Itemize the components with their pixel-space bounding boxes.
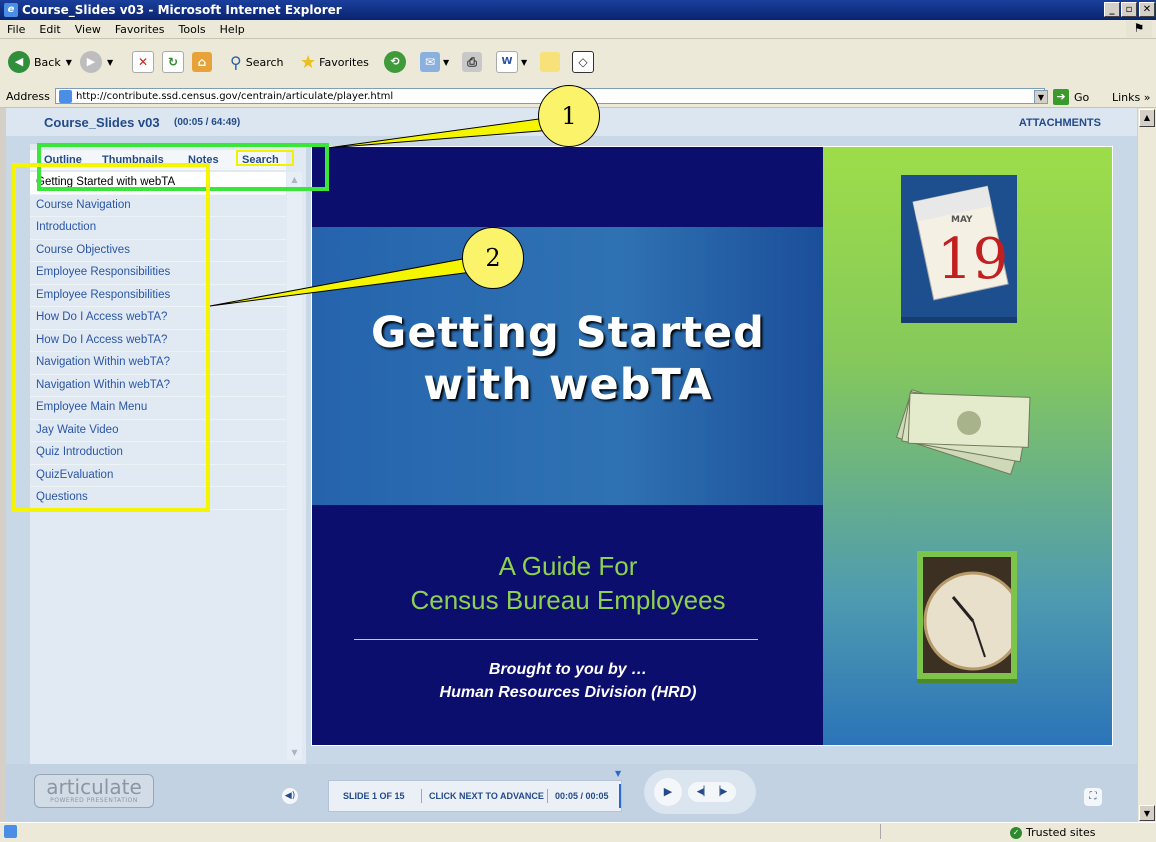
menu-help[interactable]: Help <box>220 23 245 36</box>
print-icon[interactable]: ⎙ <box>462 52 482 72</box>
toolbar: ◀ Back ▼ ▶ ▼ ✕ ↻ ⌂ ⚲ Search ★ Favorites … <box>0 39 1156 88</box>
security-zone: ✓ Trusted sites <box>1010 826 1096 839</box>
scroll-down-icon[interactable]: ▼ <box>287 748 302 757</box>
back-button[interactable]: ◀ Back ▼ <box>8 49 72 75</box>
ie-logo-icon: e <box>4 3 18 17</box>
menu-tools[interactable]: Tools <box>179 23 206 36</box>
scroll-down-icon[interactable]: ▼ <box>1139 805 1155 821</box>
volume-icon[interactable]: ◀) <box>282 788 298 804</box>
edit-word-icon[interactable]: W <box>496 51 518 73</box>
slide-status-bar: SLIDE 1 OF 15 CLICK NEXT TO ADVANCE 00:0… <box>328 769 622 812</box>
forward-arrow-icon: ▶ <box>80 51 102 73</box>
attachments-link[interactable]: ATTACHMENTS <box>1019 117 1101 129</box>
slide-counter: SLIDE 1 OF 15 <box>343 791 405 801</box>
articulate-logo: articulate POWERED PRESENTATION <box>34 774 154 808</box>
player-control-bar: articulate POWERED PRESENTATION ◀) SLIDE… <box>6 764 1137 822</box>
money-icon <box>895 389 1031 475</box>
window-title-bar: e Course_Slides v03 - Microsoft Internet… <box>0 0 1156 20</box>
course-time: (00:05 / 64:49) <box>174 117 241 128</box>
go-button[interactable]: Go <box>1074 91 1089 104</box>
highlight-search-box <box>236 150 294 166</box>
minimize-button[interactable]: _ <box>1104 2 1120 17</box>
history-icon[interactable]: ⟲ <box>384 51 406 73</box>
page-icon <box>59 90 72 103</box>
back-arrow-icon: ◀ <box>8 51 30 73</box>
prev-next-buttons[interactable]: ◀▏ ▕▶ <box>688 782 736 802</box>
page-icon <box>4 825 17 838</box>
favorites-button[interactable]: ★ Favorites <box>300 49 369 75</box>
links-button[interactable]: Links » <box>1112 91 1151 104</box>
check-icon: ✓ <box>1010 826 1022 839</box>
progress-marker-icon[interactable]: ▼ <box>615 769 621 778</box>
windows-flag-icon: ⚑ <box>1126 21 1152 37</box>
fullscreen-icon[interactable]: ⛶ <box>1084 788 1102 806</box>
menu-edit[interactable]: Edit <box>39 23 60 36</box>
stop-icon[interactable]: ✕ <box>132 51 154 73</box>
highlight-outline-box <box>12 163 210 512</box>
address-dropdown-icon[interactable]: ▼ <box>1034 90 1048 104</box>
slide-time: 00:05 / 00:05 <box>555 791 609 801</box>
chevron-down-icon: ▼ <box>107 57 114 67</box>
chevron-down-icon: ▼ <box>65 57 72 67</box>
slide-credit: Brought to you by … Human Resources Divi… <box>439 661 697 701</box>
play-icon[interactable]: ▶ <box>654 778 682 806</box>
clock-icon <box>923 557 1023 673</box>
slide-image-panel: MAY 19 <box>823 147 1112 745</box>
callout-2: 2 <box>462 227 524 289</box>
advance-hint: CLICK NEXT TO ADVANCE <box>429 791 544 801</box>
forward-button[interactable]: ▶ ▼ <box>80 49 113 75</box>
browser-scrollbar[interactable]: ▲ ▼ <box>1138 108 1156 822</box>
scroll-up-icon[interactable]: ▲ <box>1139 109 1155 127</box>
mail-icon[interactable]: ✉ <box>420 52 440 72</box>
menu-bar: File Edit View Favorites Tools Help <box>0 20 1156 39</box>
window-title: Course_Slides v03 - Microsoft Internet E… <box>22 3 342 17</box>
search-icon: ⚲ <box>230 52 242 72</box>
outline-scrollbar[interactable]: ▲ ▼ <box>287 172 302 760</box>
status-bar: ✓ Trusted sites <box>0 822 1156 842</box>
chevron-down-icon: ▼ <box>521 57 528 67</box>
slide-divider <box>354 639 758 640</box>
menu-file[interactable]: File <box>7 23 25 36</box>
close-button[interactable]: ✕ <box>1139 2 1155 17</box>
messenger-icon[interactable]: ◇ <box>572 51 594 73</box>
home-icon[interactable]: ⌂ <box>192 52 212 72</box>
star-icon: ★ <box>300 51 317 73</box>
address-label: Address <box>6 90 50 103</box>
search-button[interactable]: ⚲ Search <box>230 49 284 75</box>
calendar-month: MAY <box>951 215 973 225</box>
chevron-down-icon: ▼ <box>443 57 450 67</box>
calendar-day: 19 <box>937 227 1009 292</box>
address-url: http://contribute.ssd.census.gov/centrai… <box>76 91 394 102</box>
menu-favorites[interactable]: Favorites <box>115 23 165 36</box>
refresh-icon[interactable]: ↻ <box>162 51 184 73</box>
go-arrow-icon[interactable]: ➔ <box>1053 89 1069 105</box>
clock-frame <box>917 551 1023 679</box>
maximize-button[interactable]: ▫ <box>1121 2 1137 17</box>
discuss-icon[interactable] <box>540 52 560 72</box>
calendar-frame: MAY 19 <box>901 175 1017 317</box>
course-title: Course_Slides v03 <box>44 115 160 130</box>
callout-1: 1 <box>538 85 600 147</box>
slide-subtitle: A Guide For Census Bureau Employees <box>410 551 726 615</box>
slide-canvas: MAY 19 Getting Started with webTA A Guid… <box>311 146 1113 746</box>
slide-title: Getting Started with webTA <box>371 308 765 410</box>
playback-controls: ▶ ◀▏ ▕▶ <box>644 770 756 814</box>
progress-marker-line <box>619 784 621 808</box>
menu-view[interactable]: View <box>75 23 101 36</box>
